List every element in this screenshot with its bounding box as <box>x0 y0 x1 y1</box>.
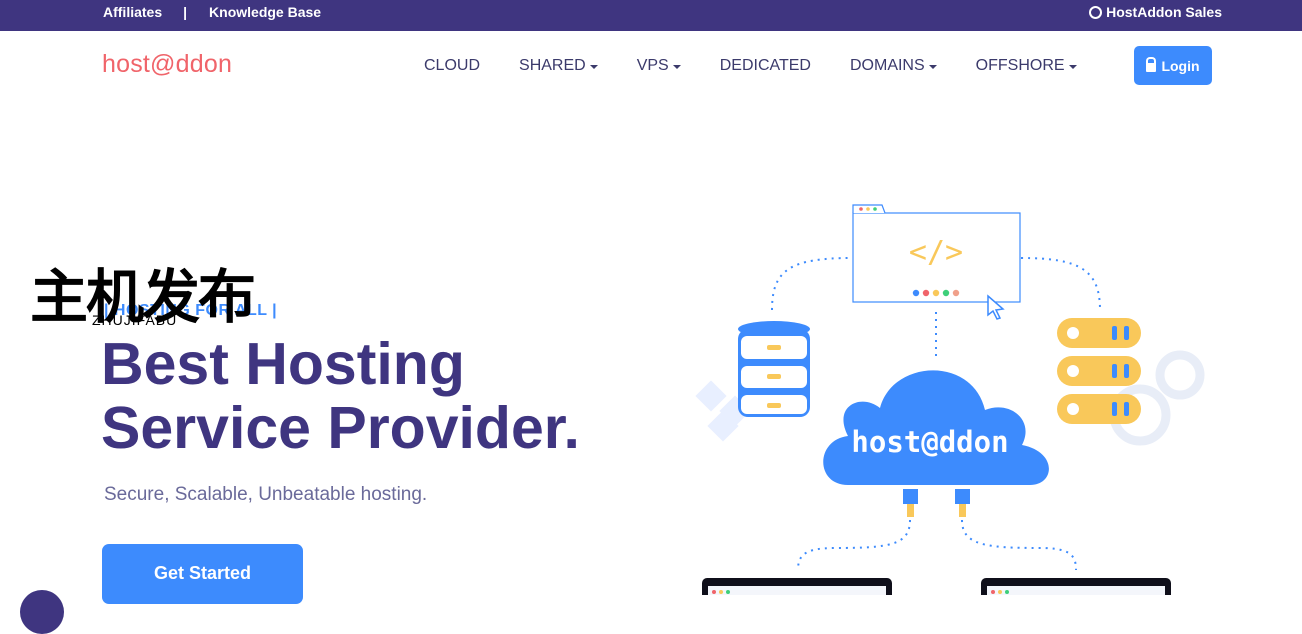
main-navbar: host@ddon CLOUD SHARED VPS DEDICATED DOM… <box>0 31 1302 101</box>
caret-down-icon <box>672 65 681 69</box>
top-bar: Affiliates | Knowledge Base HostAddon Sa… <box>0 0 1302 31</box>
top-bar-separator: | <box>183 4 188 20</box>
login-button[interactable]: Login <box>1134 46 1212 85</box>
hero-title: Best Hosting Service Provider. <box>101 332 580 460</box>
hosting-illustration: </> host@ddon <box>695 204 1205 595</box>
whatsapp-icon <box>1089 5 1103 19</box>
nav-item-label: CLOUD <box>424 57 481 74</box>
database-icon <box>738 321 810 417</box>
caret-down-icon <box>928 65 937 69</box>
floating-chat-button[interactable] <box>20 590 64 634</box>
nav-item-label: VPS <box>636 57 669 74</box>
sales-link-label: HostAddon Sales <box>1106 4 1222 20</box>
laptop-screens <box>702 578 1171 595</box>
hero-title-line-2: Service Provider. <box>101 395 580 461</box>
nav-item-label: DOMAINS <box>849 57 925 74</box>
login-label: Login <box>1161 57 1200 74</box>
main-menu: CLOUD SHARED VPS DEDICATED DOMAINS OFFSH… <box>424 57 1116 75</box>
nav-item-shared[interactable]: SHARED <box>519 57 598 75</box>
browser-window-code-icon: </> <box>852 204 1021 303</box>
nav-item-domains[interactable]: DOMAINS <box>850 57 937 75</box>
top-bar-left-links: Affiliates | Knowledge Base <box>103 4 321 20</box>
watermark-overlay: 主机发布 ZHUJIFABU <box>30 265 256 329</box>
lock-icon <box>1146 56 1157 72</box>
nav-item-dedicated[interactable]: DEDICATED <box>720 57 811 75</box>
server-rack-icon <box>1057 318 1141 424</box>
get-started-button[interactable]: Get Started <box>102 544 303 604</box>
nav-item-cloud[interactable]: CLOUD <box>424 57 480 75</box>
cloud-label: host@ddon <box>851 425 1008 459</box>
nav-item-offshore[interactable]: OFFSHORE <box>976 57 1077 75</box>
watermark-latin-text: ZHUJIFABU <box>92 312 178 328</box>
hero-subtitle: Secure, Scalable, Unbeatable hosting. <box>104 484 428 505</box>
nav-item-label: OFFSHORE <box>975 57 1065 74</box>
site-logo[interactable]: host@ddon <box>102 50 232 79</box>
affiliates-link[interactable]: Affiliates <box>103 4 162 20</box>
knowledge-base-link[interactable]: Knowledge Base <box>209 4 321 20</box>
code-glyph-icon: </> <box>909 235 963 270</box>
cloud-icon: host@ddon <box>823 370 1049 485</box>
nav-item-label: DEDICATED <box>719 57 811 74</box>
nav-item-label: SHARED <box>519 57 586 74</box>
hero-title-line-1: Best Hosting <box>101 331 465 397</box>
caret-down-icon <box>1068 65 1077 69</box>
nav-item-vps[interactable]: VPS <box>637 57 681 75</box>
cable-connectors <box>903 489 970 517</box>
caret-down-icon <box>589 65 598 69</box>
sales-link[interactable]: HostAddon Sales <box>1089 4 1222 20</box>
